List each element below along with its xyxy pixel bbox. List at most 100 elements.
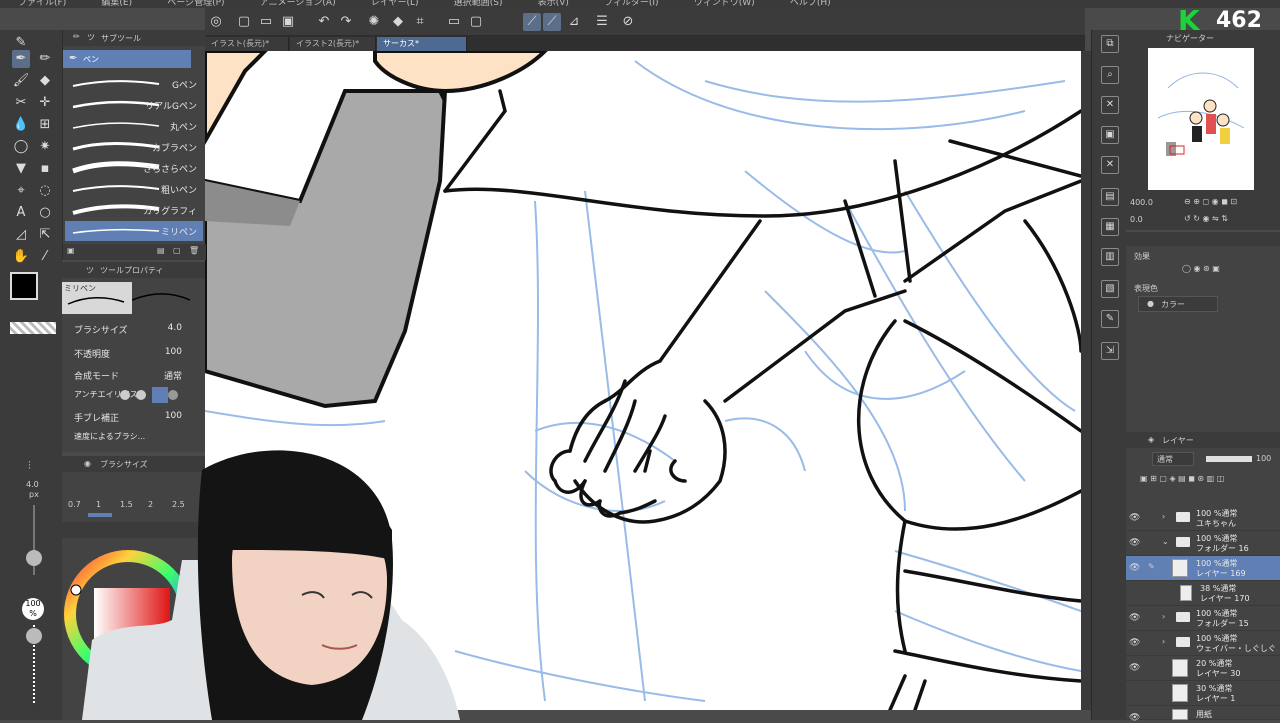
help-icon[interactable]: ⊘ [619, 13, 637, 31]
clear-icon[interactable]: ▭ [445, 13, 463, 31]
correction-tool-icon[interactable]: ⇱ [36, 226, 54, 244]
snap-ruler-icon[interactable]: ⟋ [523, 13, 541, 31]
layer-blend-select[interactable]: 通常 [1152, 452, 1194, 466]
figure-tool-icon[interactable]: ◌ [36, 182, 54, 200]
add-subtool-icon[interactable]: ▢ [173, 246, 181, 255]
opacity-row[interactable]: 不透明度 100 [72, 344, 202, 362]
object-tool-icon[interactable]: ⌖ [12, 182, 30, 200]
fill-tool-icon[interactable]: ▼ [12, 160, 30, 178]
layer-row[interactable]: 38 %通常 レイヤー 170 [1126, 581, 1280, 606]
brush-g-pen[interactable]: Gペン [65, 74, 203, 94]
transparent-color-swatch[interactable] [10, 322, 56, 334]
save-icon[interactable]: ▣ [279, 13, 297, 31]
angle-value[interactable]: 0.0 [1130, 215, 1143, 224]
menu-file[interactable]: ファイル(F) [18, 0, 66, 8]
auto-select-icon[interactable]: ✷ [36, 138, 54, 156]
blend-mode-row[interactable]: 合成モード 通常 [72, 366, 202, 384]
fill-icon[interactable]: ◆ [389, 13, 407, 31]
gradient-tool-icon[interactable]: ▪ [36, 160, 54, 178]
clip-studio-icon[interactable]: ◎ [207, 13, 225, 31]
undo-icon[interactable]: ↶ [315, 13, 333, 31]
brush-calligraphy[interactable]: カリグラフィ [65, 200, 203, 220]
menu-edit[interactable]: 編集(E) [101, 0, 132, 8]
layer-row[interactable]: 👁 用紙 [1126, 706, 1280, 723]
material-icon[interactable]: ▣ [1101, 126, 1119, 144]
open-folder-icon[interactable]: ▭ [257, 13, 275, 31]
snap-special-ruler-icon[interactable]: ⟋ [543, 13, 561, 31]
brush-milli-pen[interactable]: ミリペン [65, 221, 203, 241]
eye-icon[interactable]: 👁 [1129, 613, 1140, 623]
ruler-tool-icon[interactable]: ⊞ [36, 116, 54, 134]
lasso-tool-icon[interactable]: ◯ [12, 138, 30, 156]
menu-filter[interactable]: フィルター(I) [604, 0, 659, 8]
move-tool-icon[interactable]: ✛ [36, 94, 54, 112]
expand-arrow-icon[interactable]: › [1162, 512, 1165, 521]
eye-icon[interactable]: 👁 [1129, 638, 1140, 648]
subtool-settings-icon[interactable]: ▣ [67, 246, 75, 255]
navigator-preview[interactable] [1148, 48, 1254, 190]
brush-round-pen[interactable]: 丸ペン [65, 116, 203, 136]
eyedropper-tool-icon[interactable]: ⁄ [36, 248, 54, 266]
quick-access-icon[interactable]: ▧ [1101, 280, 1119, 298]
effect-icons[interactable]: ◯ ◉ ⊛ ▣ [1182, 264, 1220, 273]
subtool-group[interactable]: ✒ ペン [63, 50, 191, 68]
expand-arrow-icon[interactable]: › [1162, 612, 1165, 621]
eraser-tool-icon[interactable]: ◆ [36, 72, 54, 90]
brush-smooth-pen[interactable]: さらさらペン [65, 158, 203, 178]
menu-layer[interactable]: レイヤー(L) [371, 0, 419, 8]
export-icon[interactable]: ⇲ [1101, 342, 1119, 360]
balloon-tool-icon[interactable]: ○ [36, 204, 54, 222]
zoom-value[interactable]: 400.0 [1130, 198, 1153, 207]
layer-row[interactable]: 30 %通常 レイヤー 1 [1126, 681, 1280, 706]
expression-select[interactable]: ● カラー [1138, 296, 1218, 312]
eye-icon[interactable]: 👁 [1129, 513, 1140, 523]
menu-help[interactable]: ヘルプ(H) [790, 0, 831, 8]
transform-icon[interactable]: ⌗ [411, 13, 429, 31]
aa-strong-icon[interactable] [168, 390, 178, 400]
close-panel-2-icon[interactable]: ✕ [1101, 156, 1119, 174]
text-tool-icon[interactable]: A [12, 204, 30, 222]
edit-icon[interactable]: ✎ [1101, 310, 1119, 328]
tab-illust2[interactable]: イラスト2(長元)* [290, 37, 376, 51]
delete-subtool-icon[interactable]: 🗑 [189, 246, 199, 255]
eye-icon[interactable]: 👁 [1129, 538, 1140, 548]
navigator-icon[interactable]: ⧉ [1101, 35, 1119, 53]
copy-subtool-icon[interactable]: ▤ [157, 246, 165, 255]
brush-size-row[interactable]: ブラシサイズ 4.0 [72, 320, 202, 338]
pencil-tool-icon[interactable]: ✏ [36, 50, 54, 68]
menu-page[interactable]: ページ管理(P) [167, 0, 224, 8]
expand-arrow-icon[interactable]: › [1162, 637, 1165, 646]
pen-tool-icon[interactable]: ✒ [12, 50, 30, 68]
tab-circus[interactable]: サーカス* [377, 37, 467, 51]
layer-tool-icons[interactable]: ▣ ⊞ ▢ ◈ ▤ ◼ ⊛ ▥ ◫ [1140, 474, 1224, 483]
brush-rough-pen[interactable]: 粗いペン [65, 179, 203, 199]
layer-row-selected[interactable]: 👁 ✎ 100 %通常 レイヤー 169 [1126, 556, 1280, 581]
snap-grid-icon[interactable]: ⊿ [565, 13, 583, 31]
loading-icon[interactable]: ✺ [365, 13, 383, 31]
aa-medium-icon[interactable] [152, 387, 168, 403]
layer-row[interactable]: 👁 ⌄ 100 %通常 フォルダー 16 [1126, 531, 1280, 556]
eye-icon[interactable]: 👁 [1129, 713, 1140, 723]
menu-window[interactable]: ウィンドウ(W) [694, 0, 755, 8]
eye-icon[interactable]: 👁 [1129, 663, 1140, 673]
aa-none-icon[interactable] [120, 390, 130, 400]
redo-icon[interactable]: ↷ [337, 13, 355, 31]
settings-icon[interactable]: ☰ [593, 13, 611, 31]
menu-animation[interactable]: アニメーション(A) [260, 0, 336, 8]
hand-tool-icon[interactable]: ✋ [12, 248, 30, 266]
aa-weak-icon[interactable] [136, 390, 146, 400]
layer-opacity-slider[interactable] [1206, 456, 1252, 462]
deco-tool-icon[interactable]: ✂ [12, 94, 30, 112]
eye-icon[interactable]: 👁 [1129, 563, 1140, 573]
layer-row[interactable]: 👁 › 100 %通常 フォルダー 15 [1126, 606, 1280, 631]
menu-selection[interactable]: 選択範囲(S) [454, 0, 503, 8]
stabilization-row[interactable]: 手ブレ補正 100 [72, 408, 202, 426]
opacity-slider-handle[interactable] [26, 628, 42, 644]
antialias-row[interactable]: アンチエイリアス [72, 386, 202, 404]
main-color-swatch[interactable] [10, 272, 38, 300]
brush-tool-icon[interactable]: 🖌 [12, 72, 30, 90]
history-icon[interactable]: ▦ [1101, 218, 1119, 236]
size-slider-handle[interactable] [26, 550, 42, 566]
layer-row[interactable]: 👁 › 100 %通常 ウェイバー・しぐしぐ [1126, 631, 1280, 656]
brush-kabura-pen[interactable]: カブラペン [65, 137, 203, 157]
